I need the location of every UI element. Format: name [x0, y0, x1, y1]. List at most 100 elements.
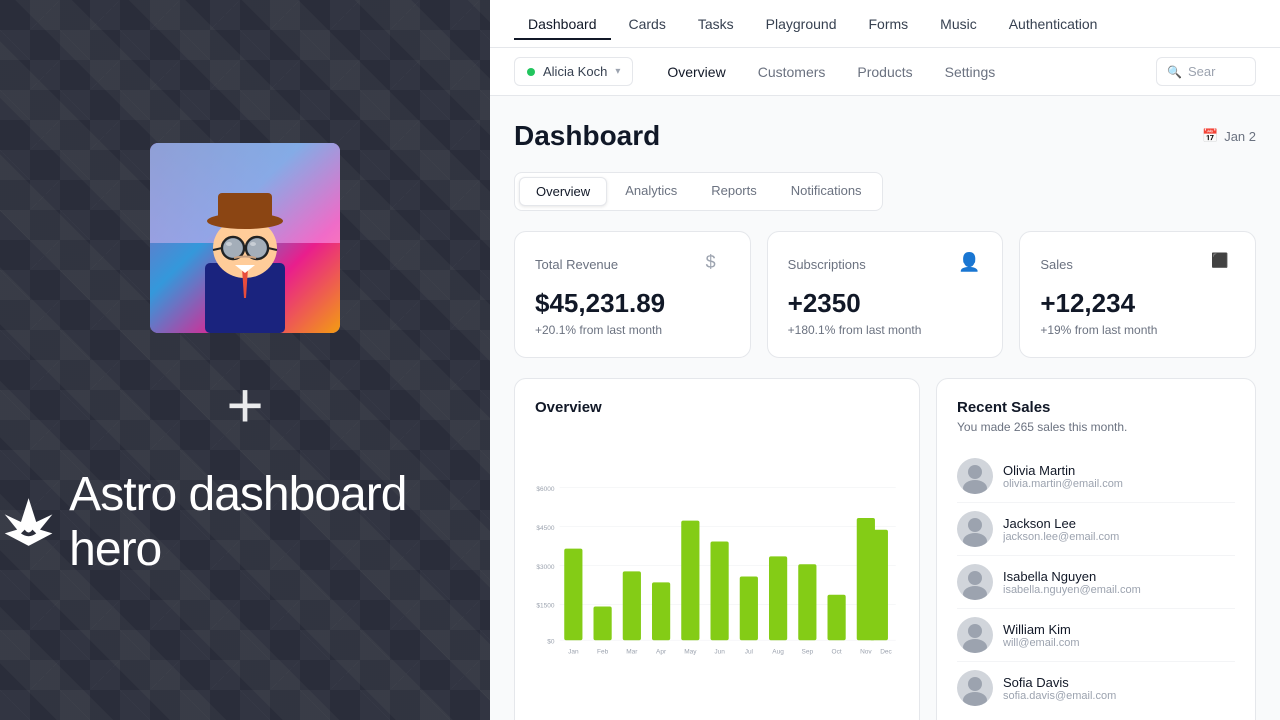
tab-notifications[interactable]: Notifications [775, 177, 878, 206]
sub-nav: Alicia Koch ▾ Overview Customers Product… [490, 48, 1280, 96]
sale-info-1: Jackson Lee jackson.lee@email.com [1003, 516, 1235, 543]
stats-row: Total Revenue $ $45,231.89 +20.1% from l… [514, 231, 1256, 358]
svg-text:Dec: Dec [880, 648, 892, 655]
stat-header-sales: Sales ⬛ [1040, 252, 1235, 276]
sale-name-3: William Kim [1003, 622, 1235, 637]
bottom-row: Overview $6000 $4500 $3000 $1500 $0 [514, 378, 1256, 720]
sale-item-2: Isabella Nguyen isabella.nguyen@email.co… [957, 556, 1235, 609]
stat-change-revenue: +20.1% from last month [535, 323, 730, 337]
sales-icon: ⬛ [1211, 252, 1235, 276]
sale-info-0: Olivia Martin olivia.martin@email.com [1003, 463, 1235, 490]
tab-reports[interactable]: Reports [695, 177, 773, 206]
top-nav: Dashboard Cards Tasks Playground Forms M… [490, 0, 1280, 48]
svg-text:Jun: Jun [714, 648, 725, 655]
sale-avatar-3 [957, 617, 993, 653]
page-title: Dashboard [514, 120, 660, 152]
sale-name-1: Jackson Lee [1003, 516, 1235, 531]
svg-text:Aug: Aug [772, 648, 784, 655]
page-header: Dashboard 📅 Jan 2 [514, 120, 1256, 152]
svg-text:May: May [684, 648, 697, 655]
sale-avatar-0 [957, 458, 993, 494]
main-content: Dashboard 📅 Jan 2 Overview Analytics Rep… [490, 96, 1280, 720]
sale-item-4: Sofia Davis sofia.davis@email.com [957, 662, 1235, 714]
sale-email-3: will@email.com [1003, 637, 1235, 649]
svg-text:Mar: Mar [626, 648, 638, 655]
plus-icon: + [226, 373, 263, 437]
user-selector[interactable]: Alicia Koch ▾ [514, 57, 633, 86]
right-panel: Dashboard Cards Tasks Playground Forms M… [490, 0, 1280, 720]
chart-card: Overview $6000 $4500 $3000 $1500 $0 [514, 378, 920, 720]
svg-text:$1500: $1500 [536, 603, 554, 610]
nav-item-playground[interactable]: Playground [752, 8, 851, 40]
calendar-icon: 📅 [1202, 128, 1218, 144]
user-status-dot [527, 68, 535, 76]
subnav-item-settings[interactable]: Settings [931, 56, 1010, 88]
sale-info-4: Sofia Davis sofia.davis@email.com [1003, 675, 1235, 702]
sale-email-0: olivia.martin@email.com [1003, 478, 1235, 490]
subnav-item-customers[interactable]: Customers [744, 56, 840, 88]
background-pattern [0, 0, 490, 720]
stat-card-subscriptions: Subscriptions 👤 +2350 +180.1% from last … [767, 231, 1004, 358]
left-panel: + Astro dashboard hero [0, 0, 490, 720]
search-box[interactable]: 🔍 Sear [1156, 57, 1256, 86]
sale-email-4: sofia.davis@email.com [1003, 690, 1235, 702]
subnav-item-products[interactable]: Products [843, 56, 926, 88]
stat-label-sales: Sales [1040, 257, 1073, 272]
nav-item-forms[interactable]: Forms [854, 8, 922, 40]
sale-name-0: Olivia Martin [1003, 463, 1235, 478]
tab-analytics[interactable]: Analytics [609, 177, 693, 206]
recent-sales-title: Recent Sales [957, 399, 1235, 416]
nav-item-authentication[interactable]: Authentication [995, 8, 1112, 40]
svg-text:Nov: Nov [860, 648, 872, 655]
svg-text:Sep: Sep [802, 648, 814, 655]
sale-info-2: Isabella Nguyen isabella.nguyen@email.co… [1003, 569, 1235, 596]
stat-change-sales: +19% from last month [1040, 323, 1235, 337]
search-icon: 🔍 [1167, 65, 1182, 79]
stat-header-subscriptions: Subscriptions 👤 [788, 252, 983, 276]
stat-value-subscriptions: +2350 [788, 288, 983, 319]
astro-logo: Astro dashboard hero [0, 467, 490, 577]
tab-overview[interactable]: Overview [519, 177, 607, 206]
nav-item-tasks[interactable]: Tasks [684, 8, 748, 40]
stat-label-subscriptions: Subscriptions [788, 257, 866, 272]
svg-text:Feb: Feb [597, 648, 609, 655]
svg-text:Oct: Oct [832, 648, 842, 655]
sale-item-0: Olivia Martin olivia.martin@email.com [957, 450, 1235, 503]
astro-brand-text: Astro dashboard hero [69, 467, 490, 577]
sale-email-2: isabella.nguyen@email.com [1003, 584, 1235, 596]
avatar-image [150, 143, 340, 333]
svg-text:$6000: $6000 [536, 486, 554, 493]
sale-email-1: jackson.lee@email.com [1003, 531, 1235, 543]
chevron-down-icon: ▾ [615, 66, 620, 77]
svg-text:Jan: Jan [568, 648, 579, 655]
stat-label-revenue: Total Revenue [535, 257, 618, 272]
svg-text:$4500: $4500 [536, 525, 554, 532]
date-text: Jan 2 [1224, 129, 1256, 144]
nav-item-dashboard[interactable]: Dashboard [514, 8, 611, 40]
chart-title: Overview [535, 399, 899, 416]
svg-text:$0: $0 [547, 639, 555, 646]
stat-value-sales: +12,234 [1040, 288, 1235, 319]
svg-text:Jul: Jul [745, 648, 754, 655]
user-name: Alicia Koch [543, 64, 607, 79]
sale-avatar-1 [957, 511, 993, 547]
sale-item-1: Jackson Lee jackson.lee@email.com [957, 503, 1235, 556]
svg-text:$3000: $3000 [536, 564, 554, 571]
sale-avatar-4 [957, 670, 993, 706]
sale-name-4: Sofia Davis [1003, 675, 1235, 690]
nav-item-cards[interactable]: Cards [615, 8, 680, 40]
stat-card-sales: Sales ⬛ +12,234 +19% from last month [1019, 231, 1256, 358]
stat-card-revenue: Total Revenue $ $45,231.89 +20.1% from l… [514, 231, 751, 358]
bar-chart-svg: $6000 $4500 $3000 $1500 $0 [535, 432, 899, 712]
subnav-item-overview[interactable]: Overview [653, 56, 739, 88]
date-badge: 📅 Jan 2 [1202, 128, 1256, 144]
svg-text:Apr: Apr [656, 648, 667, 655]
recent-sales-subtitle: You made 265 sales this month. [957, 420, 1235, 434]
sub-tabs: Overview Analytics Reports Notifications [514, 172, 883, 211]
recent-sales-card: Recent Sales You made 265 sales this mon… [936, 378, 1256, 720]
users-icon: 👤 [958, 252, 982, 276]
sale-info-3: William Kim will@email.com [1003, 622, 1235, 649]
stat-change-subscriptions: +180.1% from last month [788, 323, 983, 337]
dollar-icon: $ [706, 252, 730, 276]
nav-item-music[interactable]: Music [926, 8, 991, 40]
